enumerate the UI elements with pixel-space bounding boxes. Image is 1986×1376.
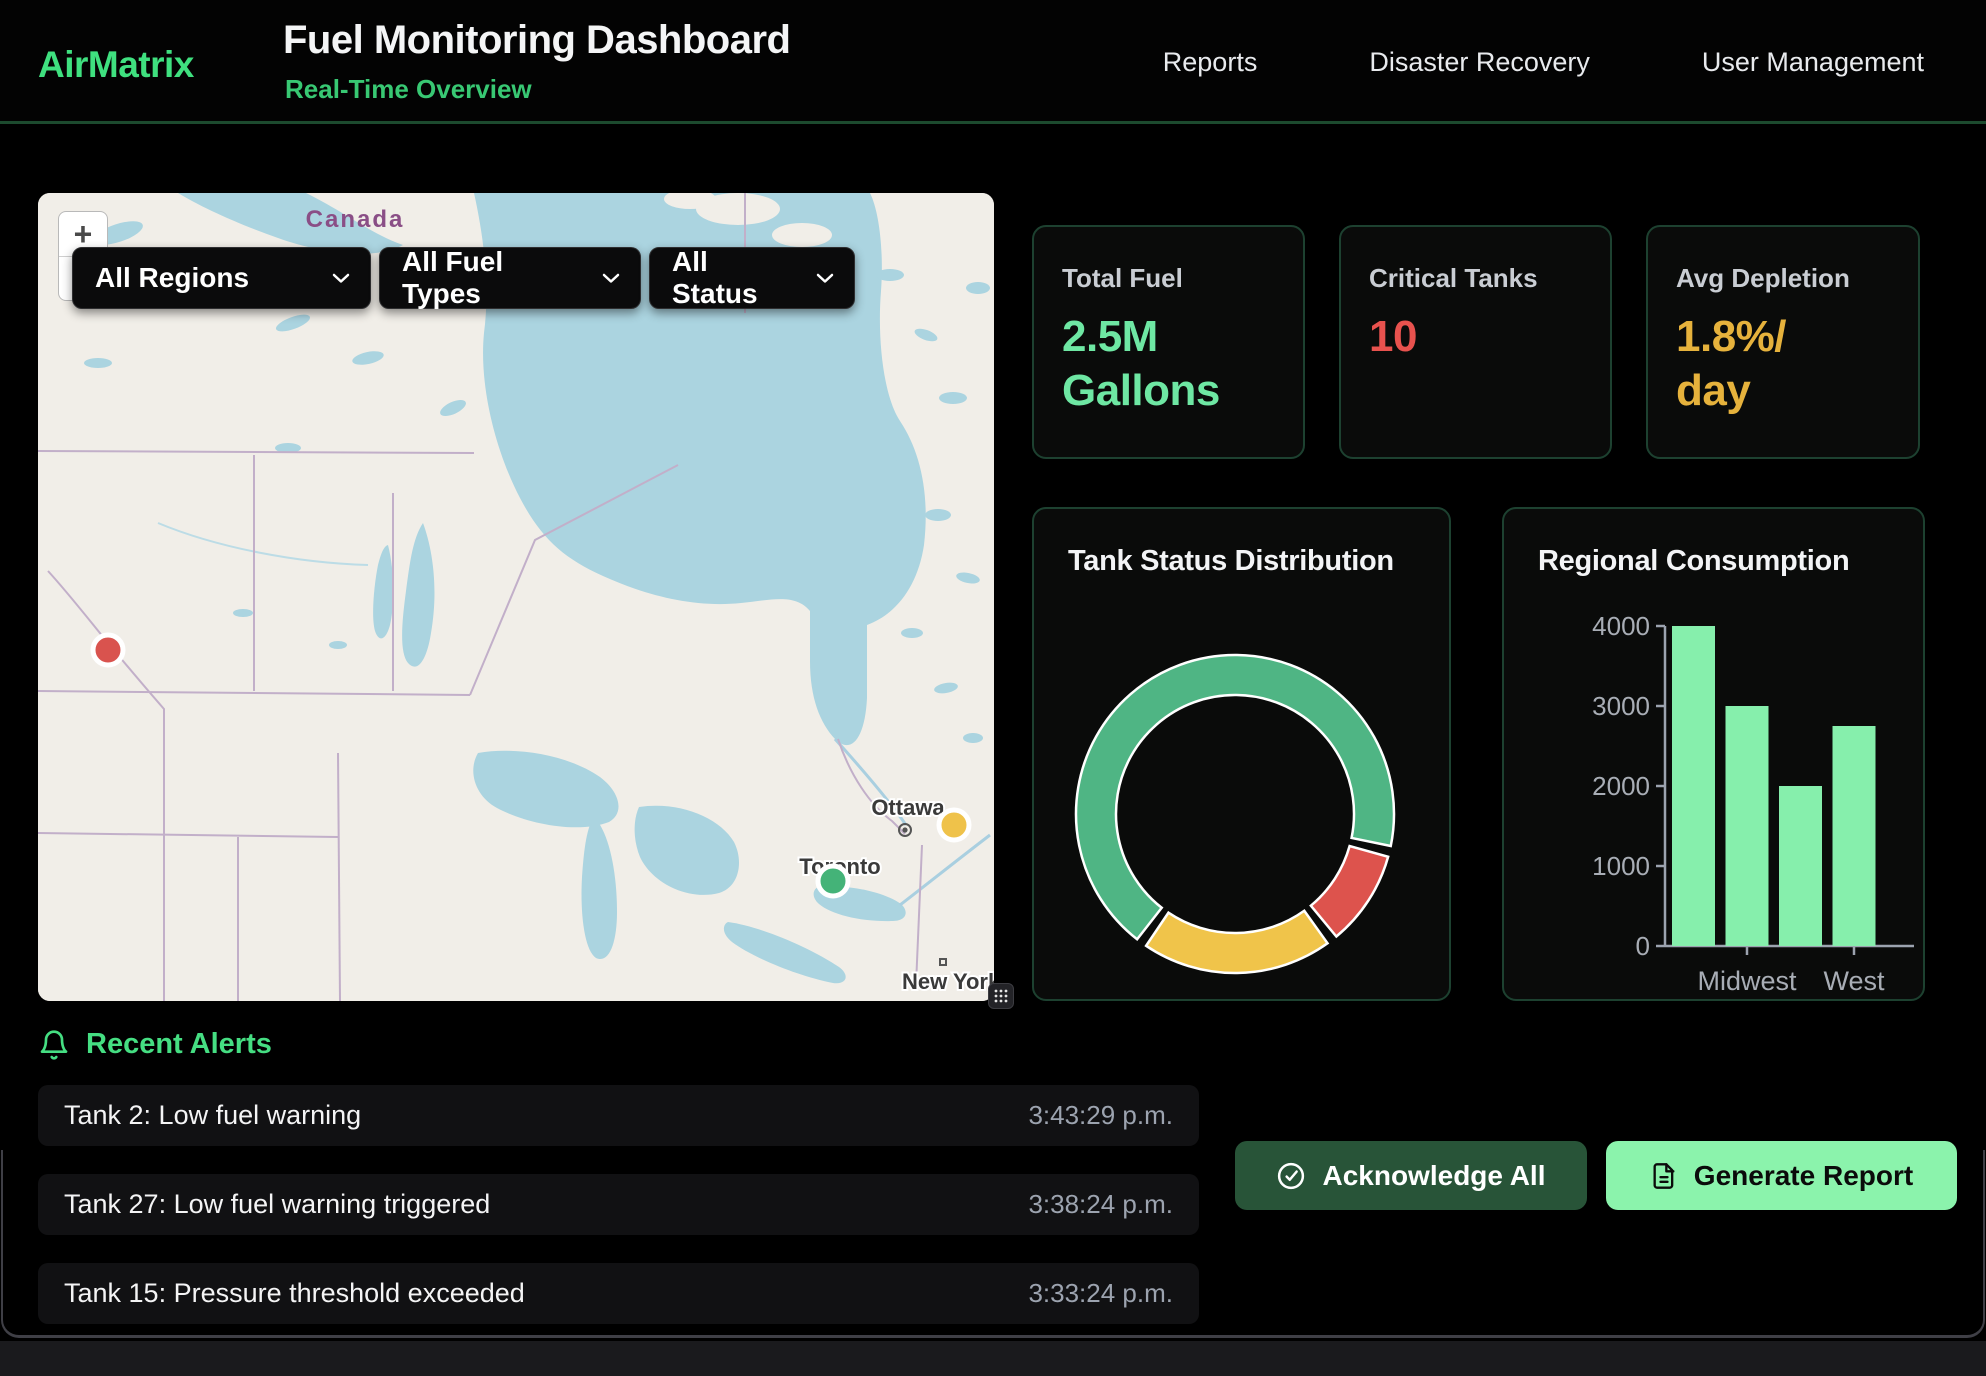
alert-message: Tank 27: Low fuel warning triggered (64, 1189, 490, 1220)
region-filter-value: All Regions (95, 262, 249, 294)
map-label-ottawa: Ottawa (871, 795, 945, 820)
nav-reports[interactable]: Reports (1163, 47, 1258, 78)
generate-report-button[interactable]: Generate Report (1606, 1141, 1957, 1210)
fuel-type-filter-select[interactable]: All Fuel Types (379, 247, 641, 309)
drag-handle-icon[interactable] (988, 983, 1014, 1009)
chevron-down-icon (602, 273, 620, 284)
tank-status-donut-chart (1034, 509, 1453, 1003)
bar-region-1 (1672, 626, 1715, 946)
alert-timestamp: 3:33:24 p.m. (1028, 1278, 1173, 1309)
bar-midwest (1726, 706, 1769, 946)
stat-card-critical-tanks: Critical Tanks 10 (1339, 225, 1612, 459)
stat-value-avg-depletion: 1.8%/ day (1676, 310, 1890, 417)
map-label-canada: Canada (306, 206, 405, 233)
status-filter-value: All Status (672, 246, 798, 310)
brand-logo: AirMatrix (38, 44, 194, 86)
page-subtitle: Real-Time Overview (285, 74, 532, 105)
alert-row: Tank 27: Low fuel warning triggered 3:38… (38, 1174, 1199, 1235)
chevron-down-icon (816, 273, 834, 284)
stat-label: Critical Tanks (1369, 263, 1582, 294)
x-axis-tick-label: West (1823, 966, 1885, 996)
x-axis-tick-label: Midwest (1697, 966, 1797, 996)
y-axis-tick-label: 3000 (1592, 691, 1650, 721)
acknowledge-all-label: Acknowledge All (1322, 1160, 1545, 1192)
bell-icon (38, 1029, 70, 1061)
normal-tank-marker[interactable] (818, 866, 848, 896)
acknowledge-all-button[interactable]: Acknowledge All (1235, 1141, 1587, 1210)
nav-disaster-recovery[interactable]: Disaster Recovery (1369, 47, 1590, 78)
tank-status-distribution-card: Tank Status Distribution (1032, 507, 1451, 1001)
donut-segment-warning (1146, 911, 1327, 973)
chevron-down-icon (332, 273, 350, 284)
y-axis-tick-label: 2000 (1592, 771, 1650, 801)
map-label-new-york: New York (902, 969, 994, 994)
stat-value-total-fuel: 2.5M Gallons (1062, 310, 1275, 417)
window-footer (0, 1341, 1986, 1376)
alert-row: Tank 15: Pressure threshold exceeded 3:3… (38, 1263, 1199, 1324)
alert-row: Tank 2: Low fuel warning 3:43:29 p.m. (38, 1085, 1199, 1146)
alert-message: Tank 15: Pressure threshold exceeded (64, 1278, 525, 1309)
alert-timestamp: 3:38:24 p.m. (1028, 1189, 1173, 1220)
map-canvas: Canada Ottawa Toronto New York (38, 193, 994, 1001)
stat-value-critical-tanks: 10 (1369, 310, 1582, 364)
y-axis-tick-label: 1000 (1592, 851, 1650, 881)
tank-map[interactable]: Canada Ottawa Toronto New York + − All R… (38, 193, 994, 1001)
y-axis-tick-label: 4000 (1592, 611, 1650, 641)
alert-timestamp: 3:43:29 p.m. (1028, 1100, 1173, 1131)
bar-west (1833, 726, 1876, 946)
app-header: AirMatrix Fuel Monitoring Dashboard Real… (0, 0, 1986, 124)
recent-alerts-header: Recent Alerts (38, 1028, 272, 1061)
stat-card-total-fuel: Total Fuel 2.5M Gallons (1032, 225, 1305, 459)
stat-label: Avg Depletion (1676, 263, 1890, 294)
regional-consumption-card: Regional Consumption 01000200030004000Mi… (1502, 507, 1925, 1001)
critical-tank-marker[interactable] (93, 635, 123, 665)
fuel-type-filter-value: All Fuel Types (402, 246, 584, 310)
main-nav: Reports Disaster Recovery User Managemen… (1163, 0, 1924, 124)
donut-segment-critical (1311, 846, 1388, 937)
region-filter-select[interactable]: All Regions (72, 247, 371, 309)
nav-user-management[interactable]: User Management (1702, 47, 1924, 78)
check-circle-icon (1276, 1161, 1306, 1191)
map-filters: All Regions All Fuel Types All Status (72, 247, 855, 309)
alert-message: Tank 2: Low fuel warning (64, 1100, 361, 1131)
stat-card-avg-depletion: Avg Depletion 1.8%/ day (1646, 225, 1920, 459)
y-axis-tick-label: 0 (1636, 931, 1650, 961)
regional-consumption-bar-chart: 0 1000 2000 3000 4000 Midwest West (1504, 509, 1927, 1003)
status-filter-select[interactable]: All Status (649, 247, 855, 309)
map-island (772, 223, 832, 247)
recent-alerts-title: Recent Alerts (86, 1028, 272, 1061)
bar-region-3 (1779, 786, 1822, 946)
file-text-icon (1650, 1162, 1678, 1190)
warning-tank-marker[interactable] (939, 810, 969, 840)
page-title: Fuel Monitoring Dashboard (283, 18, 790, 63)
generate-report-label: Generate Report (1694, 1160, 1913, 1192)
dashboard-root: AirMatrix Fuel Monitoring Dashboard Real… (0, 0, 1986, 1376)
stat-label: Total Fuel (1062, 263, 1275, 294)
